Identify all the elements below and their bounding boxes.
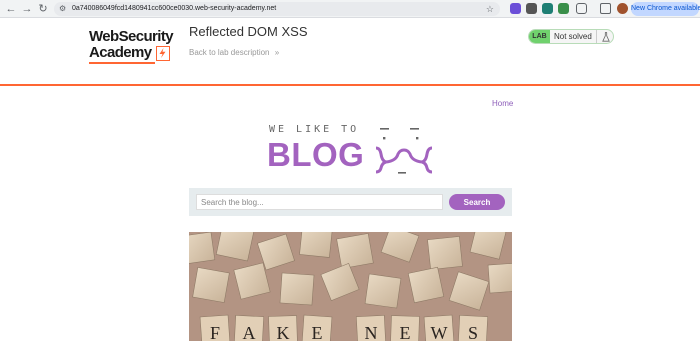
tile-letter: S [468, 323, 478, 341]
flask-icon [596, 30, 613, 43]
extension-icon[interactable] [558, 3, 569, 14]
tile-letter: E [400, 323, 411, 341]
tile-letter: E [312, 323, 323, 341]
back-arrow-icon[interactable]: ← [4, 2, 18, 16]
profile-avatar[interactable] [617, 3, 628, 14]
bookmark-star-icon[interactable]: ☆ [486, 2, 494, 16]
blog-post-image[interactable]: FAKENEWS [189, 232, 512, 341]
chrome-update-button[interactable]: New Chrome available [631, 2, 700, 16]
lightning-bolt-icon [156, 46, 170, 61]
address-bar[interactable]: ⚙ 0a740086049fcd1480941cc600ce0030.web-s… [54, 2, 500, 16]
double-chevron-right-icon: » [274, 48, 280, 57]
extension-icon[interactable] [526, 3, 537, 14]
browser-toolbar: ← → ↻ ⚙ 0a740086049fcd1480941cc600ce0030… [0, 0, 700, 18]
scrabble-tiles-image: FAKENEWS [189, 232, 512, 341]
web-security-academy-logo[interactable]: WebSecurity Academy [89, 28, 184, 78]
blog-search-form: Search [189, 188, 512, 216]
address-url[interactable]: 0a740086049fcd1480941cc600ce0030.web-sec… [72, 2, 276, 16]
reload-icon[interactable]: ↻ [36, 2, 50, 16]
back-to-lab-description-link[interactable]: Back to lab description » [189, 48, 279, 57]
search-button[interactable]: Search [449, 194, 505, 210]
lab-status-widget: LAB Not solved [528, 29, 614, 44]
extension-icon[interactable] [510, 3, 521, 14]
banner-tagline: WE LIKE TO [269, 124, 360, 135]
tile-letter: W [431, 323, 448, 341]
tile-letter: A [243, 323, 256, 341]
forward-arrow-icon[interactable]: → [20, 2, 34, 16]
extension-icon[interactable] [542, 3, 553, 14]
lab-header: WebSecurity Academy Reflected DOM XSS Ba… [0, 18, 700, 86]
lab-status-text: Not solved [554, 32, 592, 41]
site-info-icon[interactable]: ⚙ [59, 2, 66, 16]
tile-letter: N [365, 323, 378, 341]
extensions-puzzle-icon[interactable] [576, 3, 587, 14]
blog-banner: WE LIKE TO BLOG [265, 124, 435, 176]
tile-letter: K [277, 323, 290, 341]
lab-tag: LAB [529, 30, 550, 43]
banner-title: BLOG [267, 136, 365, 173]
home-link[interactable]: Home [492, 99, 513, 108]
curly-brace-face-icon [375, 128, 433, 174]
search-input[interactable] [196, 194, 443, 210]
lab-title: Reflected DOM XSS [189, 24, 308, 39]
tile-letter: F [210, 323, 220, 341]
media-controls-icon[interactable] [600, 3, 611, 14]
